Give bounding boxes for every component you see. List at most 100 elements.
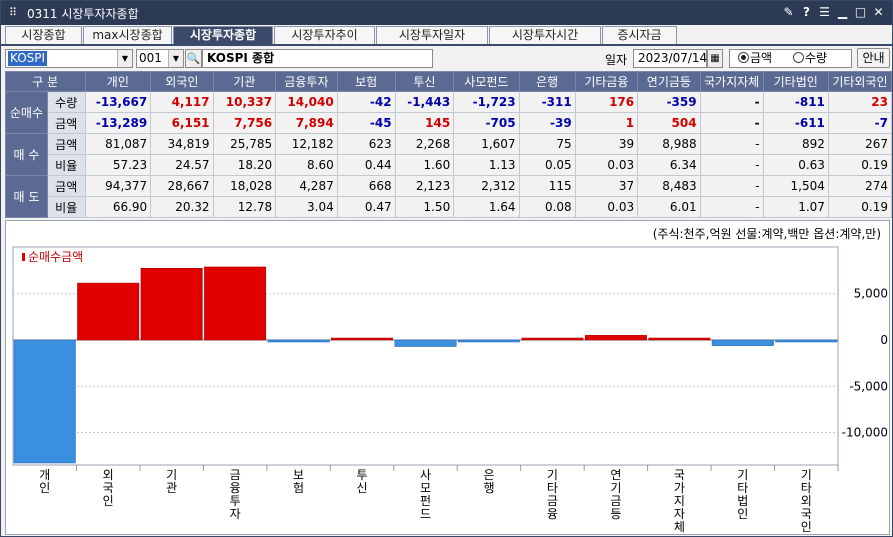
table-cell: 4,117 [150, 91, 214, 113]
chevron-down-icon[interactable]: ▼ [117, 50, 132, 67]
table-row: 비율 57.23 24.57 18.20 8.60 0.44 1.60 1.13 0.05 0.0… [6, 154, 893, 176]
bar [394, 339, 457, 347]
code-select[interactable]: 001 ▼ [136, 49, 184, 68]
date-field[interactable]: 2023/07/14 [633, 49, 707, 68]
toolbar: KOSPI ▼ 001 ▼ 🔍 KOSPI 종합 일자 2023/07/14 ▦… [1, 46, 892, 71]
bar [521, 337, 584, 341]
x-tick-label: 기타법인 [737, 468, 748, 521]
help-icon[interactable]: ? [799, 4, 814, 21]
close-button[interactable]: ✕ [871, 4, 886, 21]
tab-market-funds[interactable]: 증시자금 [602, 26, 677, 45]
bar [204, 266, 267, 341]
column-header: 국가지자체 [699, 71, 764, 92]
radio-selected-icon [738, 52, 749, 63]
tab-market-investor-trend[interactable]: 시장투자추이 [274, 26, 375, 45]
table-cell: 75 [518, 133, 576, 155]
table-cell: -705 [453, 112, 520, 134]
x-tick-label: 기타외국인 [801, 468, 812, 534]
radio-quantity[interactable]: 수량 [793, 51, 827, 66]
y-tick-label: -10,000 [842, 426, 888, 440]
table-cell: 10,337 [212, 91, 277, 113]
table-cell: 18,028 [212, 175, 277, 197]
table-cell: -42 [336, 91, 396, 113]
table-cell: 0.08 [518, 196, 576, 218]
table-cell: 14,040 [275, 91, 338, 113]
y-tick-label: 0 [880, 333, 888, 347]
minimize-button[interactable]: ▁ [835, 4, 850, 21]
x-tick-label: 금융투자 [230, 468, 241, 521]
table-cell: 176 [574, 91, 639, 113]
tab-market-summary[interactable]: 시장종합 [5, 26, 82, 45]
table-cell: 4,287 [275, 175, 338, 197]
table-cell: 1 [574, 112, 639, 134]
market-select-value: KOSPI [8, 51, 48, 66]
chart-panel: (주식:천주,억원 선물:계약,백만 옵션:계약,만) 5,000 0 -5,000… [5, 220, 890, 535]
calendar-button[interactable]: ▦ [707, 49, 723, 68]
table-cell: 892 [762, 133, 829, 155]
table-cell: 8.60 [275, 154, 338, 176]
tab-market-investor-summary[interactable]: 시장투자종합 [173, 26, 273, 45]
title-bar: ⠿ 0311 시장투자자종합 ✎ ? ☰ ▁ □ ✕ [1, 1, 892, 25]
table-row: 순매수 수량 -13,667 4,117 10,337 14,040 -42 -1,443 -1… [5, 91, 893, 134]
table-header-row: 구 분 개인 외국인 기관 금융투자 보험 투신 사모펀드 은행 기타금융 연기금등 국가지자체 기타법… [5, 71, 893, 92]
column-header: 기타법인 [762, 71, 829, 92]
table-cell: 2,268 [394, 133, 455, 155]
table-cell: 0.03 [574, 196, 639, 218]
row-label: 금액 [46, 112, 86, 134]
bar [140, 267, 203, 341]
x-tick-label: 기관 [166, 468, 177, 495]
search-button[interactable]: 🔍 [185, 49, 202, 68]
table-cell: -7 [827, 112, 893, 134]
row-label: 수량 [46, 91, 86, 113]
row-group-label: 매 도 [5, 175, 48, 218]
table-cell: 0.19 [827, 196, 893, 218]
tab-max-market-summary[interactable]: max시장종합 [83, 26, 172, 45]
table-cell: 28,667 [150, 175, 214, 197]
table-cell: -611 [762, 112, 829, 134]
bar [267, 339, 330, 343]
column-header: 연기금등 [637, 71, 701, 92]
table-cell: 145 [394, 112, 455, 134]
column-header: 외국인 [150, 71, 214, 92]
table-cell: 115 [518, 175, 576, 197]
table-cell: 2,312 [453, 175, 520, 197]
table-row: 매 도 금액 94,377 28,667 18,028 4,287 668 2,123 2,31… [5, 175, 893, 218]
table-cell: 94,377 [84, 175, 152, 197]
code-select-value: 001 [139, 51, 162, 65]
bar [331, 337, 394, 341]
row-label: 비율 [46, 196, 86, 218]
row-group-label: 순매수 [5, 91, 48, 134]
app-window: ⠿ 0311 시장투자자종합 ✎ ? ☰ ▁ □ ✕ 시장종합 max시장종합 … [0, 0, 893, 537]
table-cell: -13,667 [84, 91, 152, 113]
pin-icon[interactable]: ✎ [781, 4, 796, 21]
table-cell: 267 [827, 133, 893, 155]
tab-market-investor-time[interactable]: 시장투자시간 [489, 26, 601, 45]
app-menu-icon[interactable]: ⠿ [9, 6, 17, 19]
table-cell: 25,785 [212, 133, 277, 155]
help-button[interactable]: 안내 [857, 48, 890, 68]
table-cell: 7,894 [275, 112, 338, 134]
table-cell: 1,504 [762, 175, 829, 197]
bar [457, 339, 520, 343]
table-corner-header: 구 분 [5, 71, 86, 92]
radio-amount[interactable]: 금액 [738, 51, 772, 66]
table-cell: 2,123 [394, 175, 455, 197]
tab-market-investor-daily[interactable]: 시장투자일자 [376, 26, 488, 45]
table-cell: 20.32 [150, 196, 214, 218]
date-label: 일자 [605, 53, 628, 67]
x-tick-label: 보험 [293, 468, 304, 495]
market-select[interactable]: KOSPI ▼ [5, 49, 133, 68]
unit-radio-group: 금액 수량 [729, 49, 852, 68]
table-cell: - [699, 91, 764, 113]
y-tick-label: -5,000 [849, 379, 888, 393]
x-tick-label: 은행 [483, 468, 494, 495]
search-icon: 🔍 [186, 52, 201, 65]
row-group-label: 매 수 [5, 133, 48, 176]
maximize-button[interactable]: □ [853, 4, 868, 21]
column-header: 기타외국인 [827, 71, 893, 92]
chevron-down-icon[interactable]: ▼ [168, 50, 183, 67]
menu-icon[interactable]: ☰ [817, 4, 832, 21]
window-controls: ✎ ? ☰ ▁ □ ✕ [781, 4, 886, 21]
row-label: 금액 [46, 175, 86, 197]
table-cell: 8,483 [637, 175, 701, 197]
